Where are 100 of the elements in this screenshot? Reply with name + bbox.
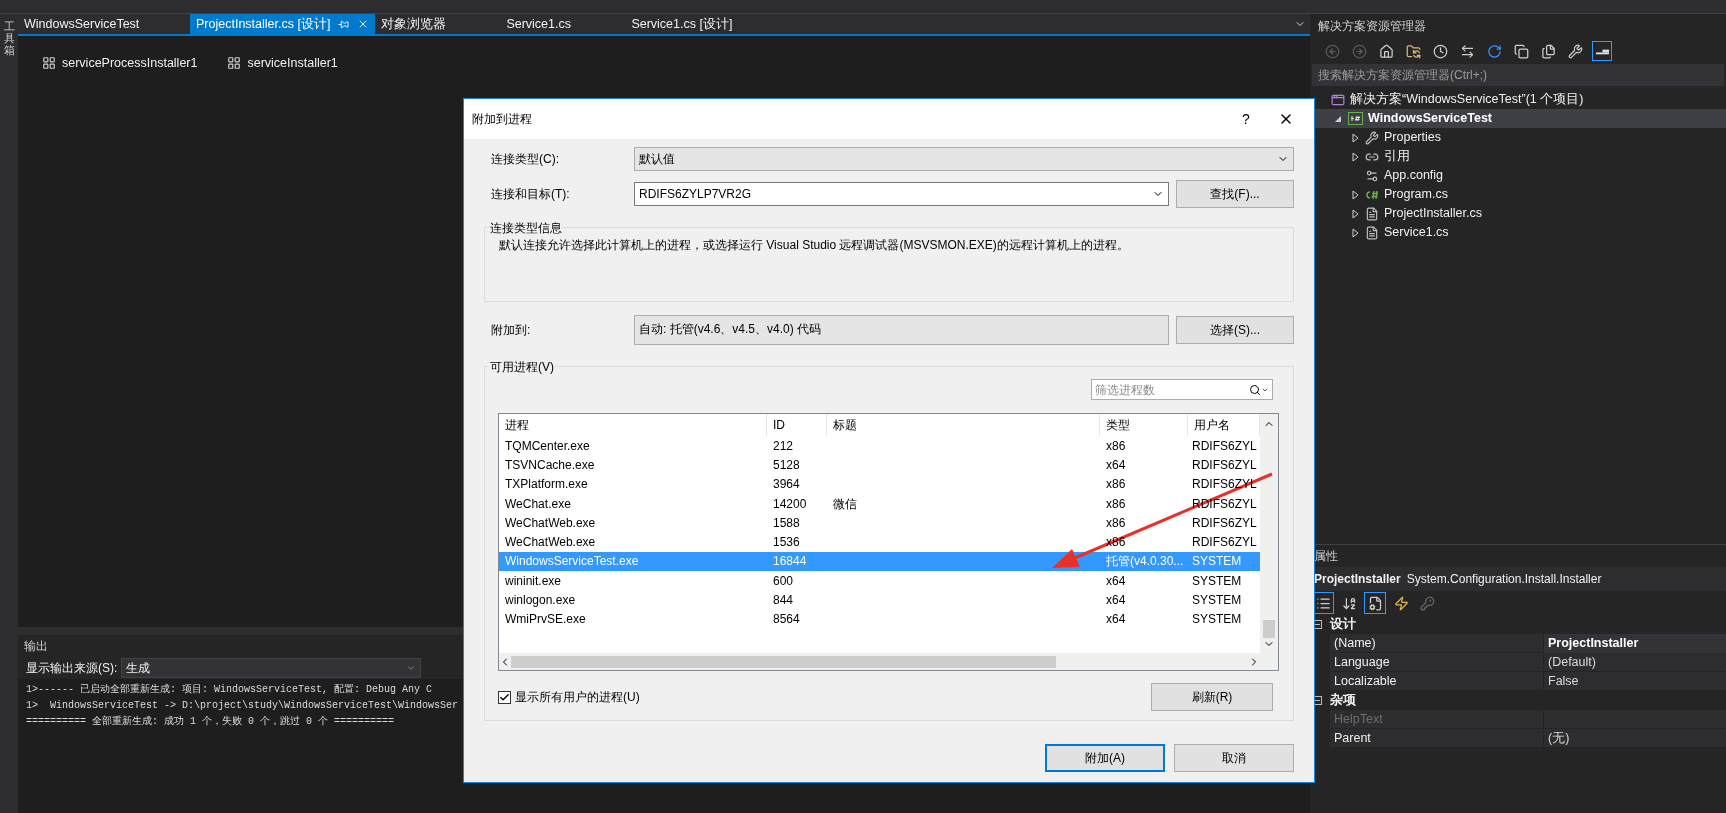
output-line: ========== 全部重新生成: 成功 1 个，失败 0 个，跳过 0 个 ==========: [26, 714, 395, 729]
find-button[interactable]: 查找(F)...: [1176, 180, 1294, 208]
panel-title: 属性: [1314, 548, 1338, 565]
column-header[interactable]: 类型: [1100, 414, 1188, 436]
editor-tab[interactable]: ProjectInstaller.cs [设计]: [190, 14, 376, 34]
component-label[interactable]: serviceInstaller1: [247, 54, 338, 73]
project-icon: [1348, 112, 1363, 125]
editor-tab[interactable]: 对象浏览器: [375, 14, 501, 34]
tree-item[interactable]: Program.cs: [1310, 185, 1726, 204]
source-dropdown[interactable]: 生成: [121, 658, 422, 678]
column-header[interactable]: 进程: [499, 414, 767, 436]
output-line: 1>------ 已启动全部重新生成: 项目: WindowsServiceTest, 配置: Debug Any C: [26, 682, 433, 697]
process-row[interactable]: TSVNCache.exe 5128 x64 RDIFS6ZYL: [499, 455, 1260, 475]
table-cell-text: winlogon.exe: [504, 592, 577, 609]
help-button[interactable]: ?: [1226, 108, 1266, 130]
table-cell-text: x86: [1105, 476, 1127, 494]
file-icon: [1365, 225, 1379, 240]
table-cell-text: 微信: [832, 495, 858, 513]
property-name[interactable]: Localizable: [1330, 672, 1544, 691]
table-cell-text: 1536: [772, 534, 801, 552]
filter-field[interactable]: 筛选进程数: [1091, 379, 1273, 400]
component-label[interactable]: serviceProcessInstaller1: [62, 54, 198, 73]
field-label: 连接和目标(T):: [490, 186, 571, 203]
table-cell-text: RDIFS6ZYL: [1191, 534, 1258, 552]
collapsed-arrow-icon[interactable]: [1351, 151, 1359, 162]
tab-label: 对象浏览器: [381, 15, 447, 33]
category-label: 设计: [1330, 616, 1356, 634]
table-cell-text: wininit.exe: [504, 572, 563, 590]
select-button[interactable]: 选择(S)...: [1176, 316, 1294, 344]
tree-item[interactable]: 解决方案“WindowsServiceTest”(1 个项目): [1310, 90, 1726, 109]
table-cell-text: x86: [1105, 495, 1127, 513]
search-field[interactable]: 搜索解决方案资源管理器(Ctrl+;): [1312, 64, 1724, 86]
panel-title: 解决方案资源管理器: [1318, 18, 1426, 35]
toolbox-tab[interactable]: 工具箱: [3, 20, 15, 57]
editor-tab[interactable]: WindowsServiceTest: [18, 14, 190, 34]
tree-item[interactable]: App.config: [1310, 166, 1726, 185]
dialog-button[interactable]: 取消: [1174, 744, 1294, 772]
property-value[interactable]: (Default): [1544, 653, 1726, 672]
attach-to-field: 自动: 托管(v4.6、v4.5、v4.0) 代码: [634, 315, 1169, 345]
horizontal-scrollbar-thumb[interactable]: [511, 655, 1056, 668]
process-row[interactable]: wininit.exe 600 x64 SYSTEM: [499, 571, 1260, 591]
table-cell-text: 1588: [772, 514, 801, 532]
property-name[interactable]: Language: [1330, 653, 1544, 672]
table-cell-text: RDIFS6ZYL: [1191, 456, 1258, 474]
collapsed-arrow-icon[interactable]: [1351, 227, 1359, 238]
table-cell-text: WeChat.exe: [504, 495, 572, 513]
component-icon: [227, 56, 242, 71]
connection-type-dropdown[interactable]: 默认值: [634, 147, 1294, 171]
checkbox-label[interactable]: 显示所有用户的进程(U): [515, 688, 1151, 706]
column-header[interactable]: 标题: [827, 414, 1100, 436]
table-cell-text: RDIFS6ZYL: [1191, 514, 1258, 532]
table-cell-text: TSVNCache.exe: [504, 456, 596, 474]
panel-title: 输出: [24, 638, 48, 655]
table-cell-text: 托管(v4.0.30...: [1105, 553, 1185, 571]
group-title: 连接类型信息: [489, 219, 563, 237]
editor-tab[interactable]: Service1.cs [设计]: [625, 14, 751, 34]
process-row[interactable]: winlogon.exe 844 x64 SYSTEM: [499, 590, 1260, 610]
solution-icon: [1331, 92, 1345, 107]
file-icon: [1365, 206, 1379, 221]
table-cell-text: x64: [1105, 456, 1127, 474]
tab-label: WindowsServiceTest: [24, 15, 140, 33]
checkbox[interactable]: [498, 690, 511, 704]
property-name[interactable]: Parent: [1330, 729, 1544, 748]
tab-label: ProjectInstaller.cs [设计]: [196, 15, 331, 33]
column-header[interactable]: ID: [767, 414, 827, 436]
editor-tab[interactable]: Service1.cs: [500, 14, 626, 34]
target-combo[interactable]: RDIFS6ZYLP7VR2G: [634, 182, 1169, 206]
code-file-icon: [1365, 189, 1379, 200]
refresh-button[interactable]: 刷新(R): [1151, 683, 1273, 711]
tree-item[interactable]: 引用: [1310, 147, 1726, 166]
table-cell-text: x64: [1105, 611, 1127, 629]
table-cell-text: 3964: [772, 476, 801, 494]
process-row[interactable]: WeChatWeb.exe 1588 x86 RDIFS6ZYL: [499, 513, 1260, 533]
tree-item[interactable]: ProjectInstaller.cs: [1310, 204, 1726, 223]
tree-item[interactable]: Service1.cs: [1310, 223, 1726, 242]
property-value[interactable]: ProjectInstaller: [1544, 634, 1726, 653]
table-cell-text: SYSTEM: [1191, 553, 1243, 571]
tree-item[interactable]: Properties: [1310, 128, 1726, 147]
process-row[interactable]: WmiPrvSE.exe 8564 x64 SYSTEM: [499, 609, 1260, 629]
dialog-button[interactable]: 附加(A): [1045, 744, 1165, 772]
process-row[interactable]: TQMCenter.exe 212 x86 RDIFS6ZYL: [499, 436, 1260, 456]
table-cell-text: 8564: [772, 611, 801, 629]
property-value[interactable]: (无): [1544, 729, 1726, 748]
pin-icon[interactable]: [338, 18, 350, 30]
table-cell-text: SYSTEM: [1191, 611, 1243, 629]
table-cell-text: 16844: [772, 553, 808, 571]
tab-label: Service1.cs [设计]: [631, 15, 733, 33]
collapsed-arrow-icon[interactable]: [1351, 132, 1359, 143]
property-value[interactable]: False: [1544, 672, 1726, 691]
table-cell-text: x86: [1105, 514, 1127, 532]
field-label: 附加到:: [490, 322, 532, 339]
table-cell-text: x86: [1105, 437, 1127, 455]
collapsed-arrow-icon[interactable]: [1351, 208, 1359, 219]
search-icon[interactable]: [1249, 383, 1261, 396]
expanded-arrow-icon[interactable]: [1334, 114, 1342, 123]
table-cell-text: 14200: [772, 495, 808, 513]
table-cell-text: SYSTEM: [1191, 592, 1243, 609]
collapsed-arrow-icon[interactable]: [1351, 189, 1359, 200]
vertical-scrollbar-thumb[interactable]: [1263, 620, 1275, 638]
table-cell-text: WindowsServiceTest.exe: [504, 553, 640, 571]
